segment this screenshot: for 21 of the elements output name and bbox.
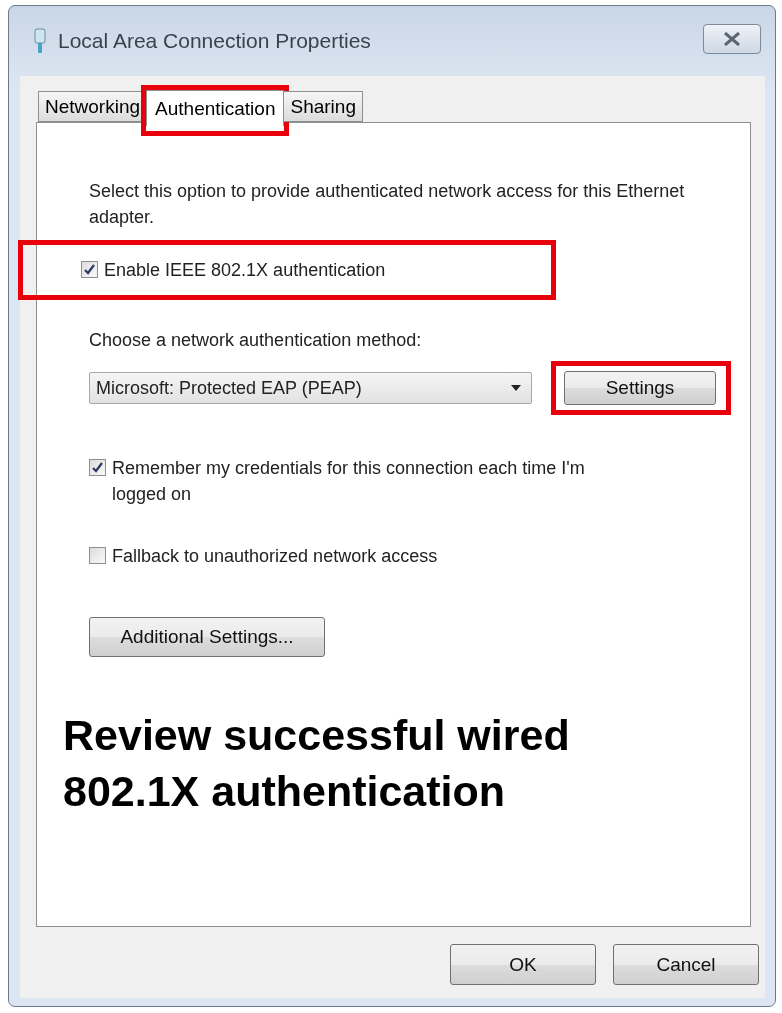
- dialog-button[interactable]: OK: [450, 944, 596, 985]
- tab[interactable]: Authentication: [146, 90, 285, 126]
- checkbox[interactable]: [89, 459, 106, 476]
- window-title: Local Area Connection Properties: [58, 29, 372, 53]
- checkbox-label: Remember my credentials for this connection each time I'm logged on: [112, 457, 586, 506]
- dialog-button[interactable]: Cancel: [613, 944, 759, 985]
- checkbox[interactable]: [81, 261, 98, 278]
- checkbox-label: Enable IEEE 802.1X authentication: [104, 259, 386, 282]
- method-label: Choose a network authentication method:: [89, 329, 423, 352]
- tab[interactable]: Sharing: [283, 91, 363, 122]
- network-connector-icon: [32, 27, 48, 55]
- caption-text: Review successful wired 802.1X authentication: [63, 710, 571, 817]
- checkbox[interactable]: [89, 547, 106, 564]
- close-icon: [722, 32, 742, 46]
- additional-settings-button[interactable]: Additional Settings...: [89, 617, 325, 657]
- close-button[interactable]: [703, 24, 761, 54]
- checkbox-label: Fallback to unauthorized network access: [112, 545, 439, 568]
- method-dropdown[interactable]: Microsoft: Protected EAP (PEAP): [89, 372, 532, 404]
- dropdown-caret-icon: [511, 385, 521, 391]
- settings-button[interactable]: Settings: [564, 371, 716, 405]
- description-text: Select this option to provide authenticated network access for this Ethernet adapter.: [89, 180, 686, 229]
